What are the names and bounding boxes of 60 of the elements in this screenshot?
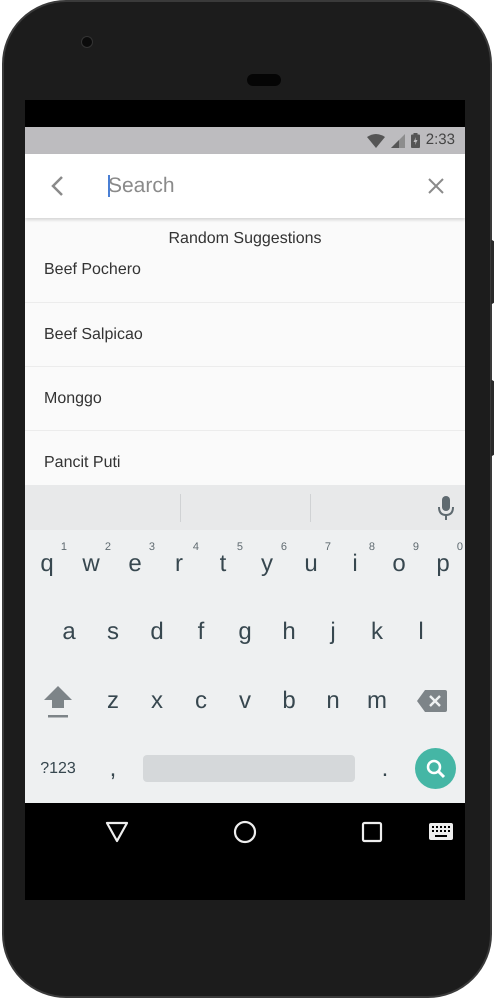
search-button[interactable] <box>415 748 456 790</box>
number-hint: 6 <box>280 540 287 556</box>
key[interactable]: q 1 <box>25 539 69 590</box>
suggestion-item[interactable]: Beef Salpicao <box>25 302 465 366</box>
search-bar[interactable]: Search <box>25 154 465 218</box>
microphone-icon[interactable] <box>438 496 454 520</box>
number-hint: 1 <box>60 540 67 556</box>
key[interactable]: f <box>179 607 223 658</box>
key[interactable]: v <box>223 676 267 726</box>
home-icon[interactable] <box>233 820 257 844</box>
key[interactable]: k <box>355 607 399 658</box>
key[interactable]: , <box>91 744 135 794</box>
number-hint: 3 <box>148 540 155 556</box>
key[interactable]: a <box>47 607 91 658</box>
key[interactable]: x <box>135 676 179 726</box>
key[interactable]: . <box>363 744 407 794</box>
number-hint: 9 <box>412 540 419 556</box>
number-hint: 0 <box>456 540 463 556</box>
key[interactable]: n <box>311 676 355 726</box>
key[interactable]: m <box>355 676 399 726</box>
key[interactable]: u 7 <box>289 539 333 590</box>
key[interactable]: p 0 <box>421 539 465 590</box>
recents-icon[interactable] <box>361 820 383 842</box>
key[interactable]: t 5 <box>201 539 245 590</box>
key[interactable]: l <box>399 607 443 658</box>
key[interactable]: o 9 <box>377 539 421 590</box>
battery-icon <box>410 133 420 148</box>
signal-icon <box>390 134 405 148</box>
key[interactable]: g <box>223 607 267 658</box>
key[interactable]: y 6 <box>245 539 289 590</box>
key[interactable]: e 3 <box>113 539 157 590</box>
text-cursor <box>108 175 110 197</box>
number-hint: 4 <box>192 540 199 556</box>
suggestion-item[interactable]: Beef Pochero <box>25 247 465 302</box>
key[interactable]: h <box>267 607 311 658</box>
wifi-icon <box>366 134 385 148</box>
camera-icon <box>81 36 93 48</box>
key[interactable]: i 8 <box>333 539 377 590</box>
section-header: Random Suggestions <box>168 229 322 247</box>
symbols-key[interactable]: ?123 <box>25 744 91 794</box>
keyboard-icon[interactable] <box>429 823 453 840</box>
speaker-grille <box>247 74 281 86</box>
suggestion-item[interactable]: Monggo <box>25 366 465 430</box>
backspace-icon <box>417 690 447 712</box>
search-icon <box>426 758 446 779</box>
key[interactable]: r 4 <box>157 539 201 590</box>
key[interactable]: d <box>135 607 179 658</box>
status-time: 2:33 <box>426 130 455 150</box>
number-hint: 2 <box>104 540 111 556</box>
number-hint: 7 <box>324 540 331 556</box>
key[interactable]: z <box>91 676 135 726</box>
key[interactable]: c <box>179 676 223 726</box>
key[interactable]: w 2 <box>69 539 113 590</box>
key[interactable]: j <box>311 607 355 658</box>
number-hint: 8 <box>368 540 375 556</box>
shift-icon <box>43 684 73 718</box>
back-icon[interactable] <box>105 820 129 842</box>
key[interactable]: b <box>267 676 311 726</box>
number-hint: 5 <box>236 540 243 556</box>
key[interactable]: s <box>91 607 135 658</box>
